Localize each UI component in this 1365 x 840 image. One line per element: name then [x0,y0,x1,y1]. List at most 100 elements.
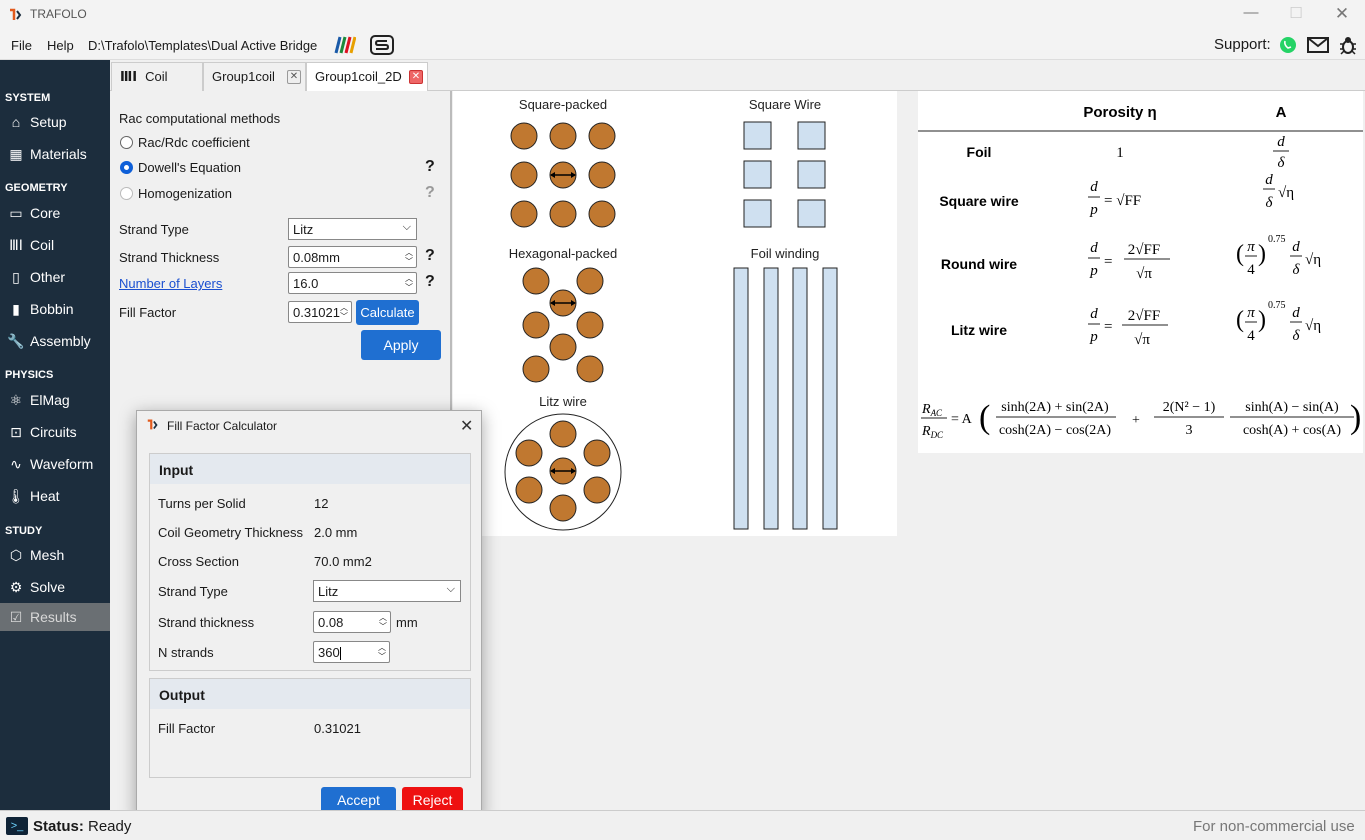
sidebar-item-materials[interactable]: ▦ Materials [0,140,110,168]
sidebar-item-core[interactable]: ▭ Core [0,199,110,227]
sidebar-item-waveform[interactable]: ∿ Waveform [0,450,110,478]
svg-text:π: π [1247,305,1255,321]
svg-text:= √FF: = √FF [1104,193,1141,209]
tab-coil[interactable]: ⅢⅠ Coil [111,62,203,91]
radio-homogenization [120,187,133,200]
help-icon[interactable]: ? [425,158,435,176]
apply-button[interactable]: Apply [361,330,441,360]
sidebar-section-geometry: GEOMETRY [5,182,68,194]
sidebar-item-label: Waveform [30,456,94,472]
row-label-square: Square wire [939,193,1019,209]
turns-value: 12 [314,496,329,511]
sidebar-item-heat[interactable]: 🌡 Heat [0,482,110,510]
sidebar-item-elmag[interactable]: ⚛ ElMag [0,386,110,414]
svg-text:2(N² − 1): 2(N² − 1) [1163,400,1216,415]
bug-report-icon[interactable] [1338,35,1358,55]
terminal-icon[interactable]: >_ [6,817,28,835]
svg-text:δ: δ [1278,155,1286,171]
help-icon[interactable]: ? [425,273,435,291]
svg-text:0.75: 0.75 [1268,234,1286,245]
dialog-strand-type-select[interactable]: Litz ⌵ [313,580,461,602]
svg-text:RDC: RDC [921,424,944,440]
spin-arrows-icon[interactable]: ︿ ﹀ [340,303,348,321]
tab-label: Coil [145,69,168,84]
spinbox-value: 0.31021 [293,305,340,320]
sidebar-item-circuits[interactable]: ⊡ Circuits [0,418,110,446]
strand-thickness-label: Strand thickness [158,615,255,630]
spin-arrows-icon[interactable]: ︿ ﹀ [378,643,386,661]
sidebar: SYSTEM ⌂ Setup ▦ Materials GEOMETRY ▭ Core … [0,60,110,810]
tab-label: Group1coil_2D [315,69,402,84]
mail-icon[interactable] [1307,36,1329,54]
svg-text:d: d [1292,239,1300,255]
svg-text:d: d [1265,172,1273,188]
formula-glyphs: dδ dp = √FF dδ√η dp = 2√FF√π (π4) 0.75 d… [1088,134,1321,348]
svg-text:4: 4 [1247,328,1255,344]
strand-thickness-spinbox[interactable]: 0.08mm ︿ ﹀ [288,246,417,268]
menu-file[interactable]: File [11,38,32,53]
formula-svg: Porosity η A Foil Square wire Round wire… [918,104,1363,440]
svg-text:d: d [1090,240,1098,256]
n-strands-spinbox[interactable]: 360 ︿ ﹀ [313,641,390,663]
svg-text:(: ( [979,399,990,436]
fill-factor-label: Fill Factor [119,305,177,320]
tab-group1coil-2d[interactable]: Group1coil_2D ✕ [306,62,428,92]
sidebar-item-coil[interactable]: ⅢⅠ Coil [0,231,110,259]
dialog-close-icon[interactable]: ✕ [460,416,473,436]
fill-factor-spinbox[interactable]: 0.31021 ︿ ﹀ [288,301,352,323]
select-value: Litz [293,222,314,237]
sidebar-item-solve[interactable]: ⚙ Solve [0,573,110,601]
svg-text:+: + [1132,413,1140,428]
row-label-foil: Foil [967,144,992,160]
paraview-icon[interactable] [334,36,356,54]
solver-logo-icon[interactable] [370,35,394,55]
sidebar-item-results[interactable]: ☑ Results [0,603,110,631]
cross-section-label: Cross Section [158,554,239,569]
sidebar-item-bobbin[interactable]: ▮ Bobbin [0,295,110,323]
calculate-button[interactable]: Calculate [356,300,419,325]
svg-text:√η: √η [1278,185,1294,201]
help-icon: ? [425,184,435,201]
menu-help[interactable]: Help [47,38,74,53]
spin-arrows-icon[interactable]: ︿ ﹀ [405,248,413,266]
svg-text:d: d [1090,306,1098,322]
sidebar-item-setup[interactable]: ⌂ Setup [0,108,110,136]
sidebar-section-physics: PHYSICS [5,369,54,381]
output-fill-factor-label: Fill Factor [158,721,216,736]
svg-text:): ) [1350,399,1361,436]
sidebar-item-assembly[interactable]: 🔧 Assembly [0,327,110,355]
help-icon[interactable]: ? [425,247,435,265]
wave-icon: ∿ [10,455,22,472]
radio-rac-rdc[interactable] [120,136,133,149]
header-porosity: Porosity η [1083,104,1156,121]
close-tab-icon[interactable]: ✕ [287,70,301,84]
geometry-thickness-value: 2.0 mm [314,525,358,540]
svg-text:3: 3 [1186,423,1193,438]
dialog-strand-thickness-spinbox[interactable]: 0.08 ︿ ﹀ [313,611,391,633]
close-tab-icon[interactable]: ✕ [409,70,423,84]
sidebar-item-other[interactable]: ▯ Other [0,263,110,291]
status-bar: >_ Status: Ready For non-commercial use [0,810,1365,840]
maximize-button[interactable]: ☐ [1276,4,1316,22]
circuit-icon: ⊡ [10,423,22,440]
number-of-layers-link[interactable]: Number of Layers [119,276,222,291]
number-of-layers-spinbox[interactable]: 16.0 ︿ ﹀ [288,272,417,294]
spin-arrows-icon[interactable]: ︿ ﹀ [379,613,387,631]
svg-text:√π: √π [1136,266,1152,282]
sidebar-item-label: Heat [30,488,60,504]
svg-text:cosh(A) + cos(A): cosh(A) + cos(A) [1243,423,1341,438]
mesh-icon: ⬡ [9,546,23,563]
sidebar-item-mesh[interactable]: ⬡ Mesh [0,541,110,569]
hexagonal-packed-label: Hexagonal-packed [509,246,617,261]
strand-type-select[interactable]: Litz ⌵ [288,218,417,240]
svg-text:sinh(A) − sin(A): sinh(A) − sin(A) [1245,400,1339,415]
radio-dowell[interactable] [120,161,133,174]
coil-icon: ⅢⅠ [120,69,138,84]
minimize-button[interactable]: — [1231,4,1271,21]
tab-group1coil[interactable]: Group1coil ✕ [203,62,306,91]
spin-arrows-icon[interactable]: ︿ ﹀ [405,274,413,292]
svg-text:d: d [1292,305,1300,321]
whatsapp-icon[interactable] [1279,36,1297,54]
close-window-button[interactable]: ✕ [1322,4,1362,24]
svg-text:√π: √π [1134,332,1150,348]
